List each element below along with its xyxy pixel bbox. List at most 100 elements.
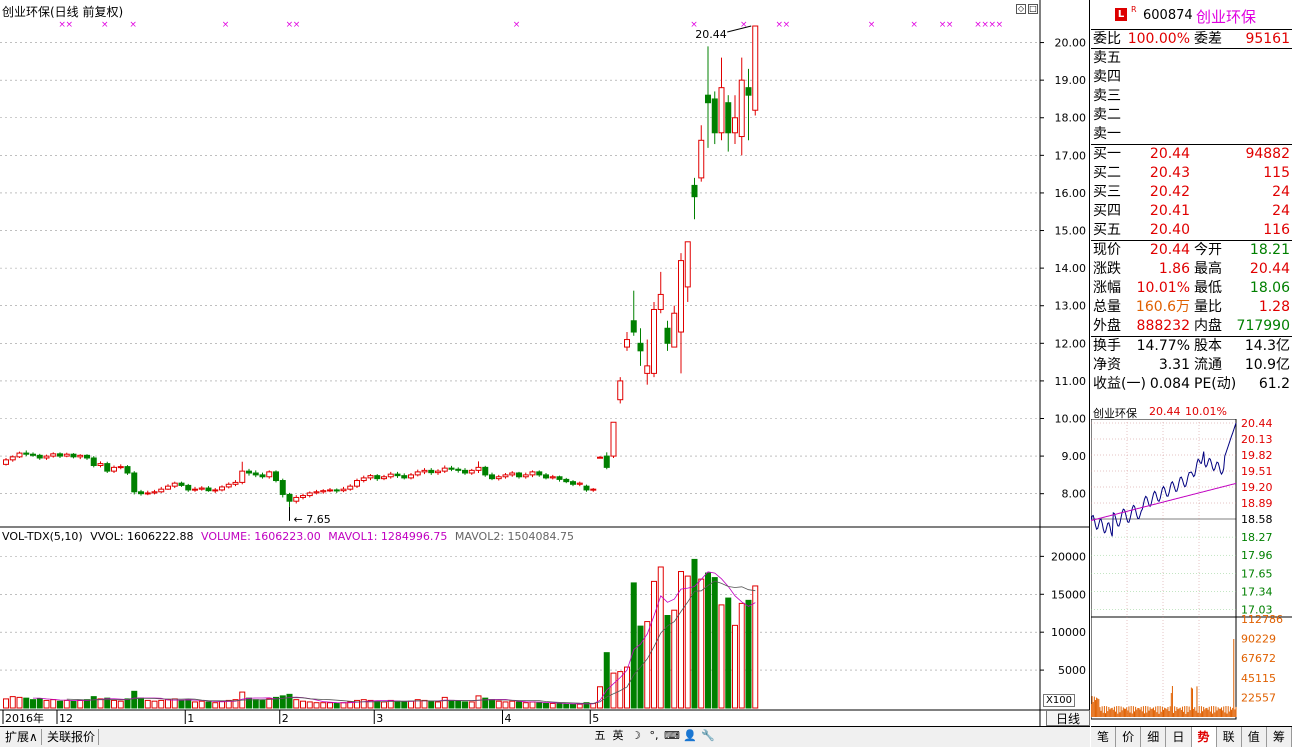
sell-row-5[interactable]: 卖五: [1091, 49, 1292, 68]
candle-body: [16, 452, 23, 458]
ime-icon-5[interactable]: 👤: [682, 728, 698, 744]
ime-icon-4[interactable]: ⌨: [664, 728, 680, 744]
candle-body: [9, 456, 16, 461]
linked-quote-button[interactable]: 关联报价: [44, 729, 100, 745]
candle-body: [70, 453, 77, 458]
quote-row-2-value2: 18.06: [1249, 280, 1290, 296]
finance-row-1-label: 净资: [1093, 357, 1121, 373]
candle-body: [306, 492, 313, 497]
mavol2-value: MAVOL2: 1504084.75: [454, 530, 575, 543]
volume-bar: [63, 699, 70, 709]
candle-body: [111, 466, 117, 472]
sell-row-1[interactable]: 卖一: [1091, 125, 1292, 144]
candle-body: [104, 463, 111, 472]
candle-body: [516, 472, 522, 478]
info-marker: ×: [783, 20, 791, 30]
candle-body: [482, 466, 489, 476]
sell-row-4[interactable]: 卖四: [1091, 68, 1292, 87]
buy-row-1-value: 20.44: [1149, 146, 1190, 162]
volume-bar: [475, 695, 482, 709]
finance-row-1[interactable]: 净资 3.31 流通 10.9亿: [1091, 356, 1292, 375]
finance-row-1-value2: 10.9亿: [1244, 357, 1290, 373]
ime-icon-3[interactable]: °,: [646, 728, 662, 744]
tab-筹[interactable]: 筹: [1267, 727, 1292, 747]
volume-bar: [192, 701, 198, 709]
volume-bar: [509, 700, 516, 709]
tab-势[interactable]: 势: [1191, 727, 1217, 747]
candle-body: [232, 481, 239, 485]
quote-row-1[interactable]: 涨跌 1.86 最高 20.44: [1091, 260, 1292, 279]
volume-bar: [57, 700, 63, 709]
mini-price-label: 18.27: [1241, 531, 1273, 544]
quote-row-2[interactable]: 涨幅 10.01% 最低 18.06: [1091, 279, 1292, 298]
r-badge: R: [1131, 5, 1137, 14]
tab-值[interactable]: 值: [1242, 727, 1267, 747]
sell-row-3-label: 卖三: [1093, 88, 1121, 104]
ime-icon-6[interactable]: 🔧: [700, 728, 716, 744]
kline-panel[interactable]: 20.00 19.00 18.00 17.00 16.00 15.00 14.00 13.00…: [0, 0, 1090, 747]
price-tick-label: 20.00: [1055, 37, 1087, 50]
quote-row-4[interactable]: 外盘 888232 内盘 717990: [1091, 317, 1292, 336]
candle-body: [327, 489, 333, 492]
period-button[interactable]: 日线: [1046, 710, 1090, 726]
candle-body: [455, 468, 462, 471]
sell-row-2-label: 卖二: [1093, 107, 1121, 123]
candle-body: [97, 463, 104, 466]
candle-body: [84, 454, 90, 459]
tab-细[interactable]: 细: [1141, 727, 1167, 747]
expand-button[interactable]: 扩展∧: [2, 729, 42, 745]
candle-body: [367, 475, 374, 479]
volume-bar: [165, 699, 171, 709]
quote-panel: L R 600874 创业环保 委比 100.00% 委差 95161 卖五 卖四…: [1091, 0, 1292, 747]
buy-row-1[interactable]: 买一 20.44 94882: [1091, 145, 1292, 164]
price-tick-label: 10.00: [1055, 412, 1087, 425]
info-marker: ×: [66, 20, 74, 30]
indicator-name[interactable]: VOL-TDX(5,10): [2, 530, 83, 543]
buy-row-5[interactable]: 买五 20.40 116: [1091, 221, 1292, 240]
candle-body: [387, 473, 394, 478]
quote-row-3[interactable]: 总量 160.6万 量比 1.28: [1091, 298, 1292, 317]
intraday-chart[interactable]: 20.44 20.13 19.82 19.51 19.20 18.89 18.58 18.27…: [1091, 419, 1292, 726]
stock-name[interactable]: 创业环保: [1196, 6, 1256, 27]
maximize-icon[interactable]: □: [1028, 4, 1038, 14]
volume-bar: [9, 696, 16, 709]
buy-row-4-value2: 24: [1272, 203, 1290, 219]
candle-body: [36, 454, 43, 459]
finance-row-0[interactable]: 换手 14.77% 股本 14.3亿: [1091, 337, 1292, 356]
ime-icon-2[interactable]: ☽: [628, 728, 644, 744]
ime-icon-1[interactable]: 英: [610, 728, 626, 744]
quote-row-1-label: 涨跌: [1093, 261, 1121, 277]
candle-body: [300, 495, 306, 498]
kline-chart[interactable]: 20.0019.0018.0017.0016.0015.0014.0013.00…: [0, 0, 1090, 726]
mini-price-label: 19.82: [1241, 449, 1273, 462]
tab-联[interactable]: 联: [1217, 727, 1242, 747]
quote-row-0[interactable]: 现价 20.44 今开 18.21: [1091, 241, 1292, 260]
candle-body: [651, 308, 657, 374]
price-tick-label: 15.00: [1055, 225, 1087, 238]
buy-row-4[interactable]: 买四 20.41 24: [1091, 202, 1292, 221]
price-tick-label: 9.00: [1062, 450, 1087, 463]
mini-price-label: 18.89: [1241, 497, 1273, 510]
margin-badge: L: [1115, 8, 1127, 21]
buy-row-2[interactable]: 买二 20.43 115: [1091, 164, 1292, 183]
volume-bar: [543, 702, 549, 709]
ime-icon-0[interactable]: 五: [592, 728, 608, 744]
candle-body: [266, 471, 273, 478]
sell-row-3[interactable]: 卖三: [1091, 87, 1292, 106]
volume-bar: [536, 702, 543, 709]
finance-row-1-label2: 流通: [1194, 357, 1222, 373]
sell-row-2[interactable]: 卖二: [1091, 106, 1292, 125]
collapse-icon[interactable]: ◇: [1016, 4, 1026, 14]
buy-row-3[interactable]: 买三 20.42 24: [1091, 183, 1292, 202]
volume-bar: [111, 699, 117, 709]
volume-bar: [495, 700, 502, 709]
tab-笔[interactable]: 笔: [1091, 727, 1117, 747]
weicha-value: 95161: [1245, 31, 1290, 47]
finance-row-2[interactable]: 收益(一) 0.084 PE(动) 61.2: [1091, 375, 1292, 394]
candle-body: [414, 471, 421, 476]
tab-价[interactable]: 价: [1116, 727, 1142, 747]
price-tick-label: 8.00: [1062, 488, 1087, 501]
finance-row-1-value: 3.31: [1158, 357, 1190, 373]
tab-日[interactable]: 日: [1166, 727, 1192, 747]
mini-price-label: 19.20: [1241, 481, 1273, 494]
